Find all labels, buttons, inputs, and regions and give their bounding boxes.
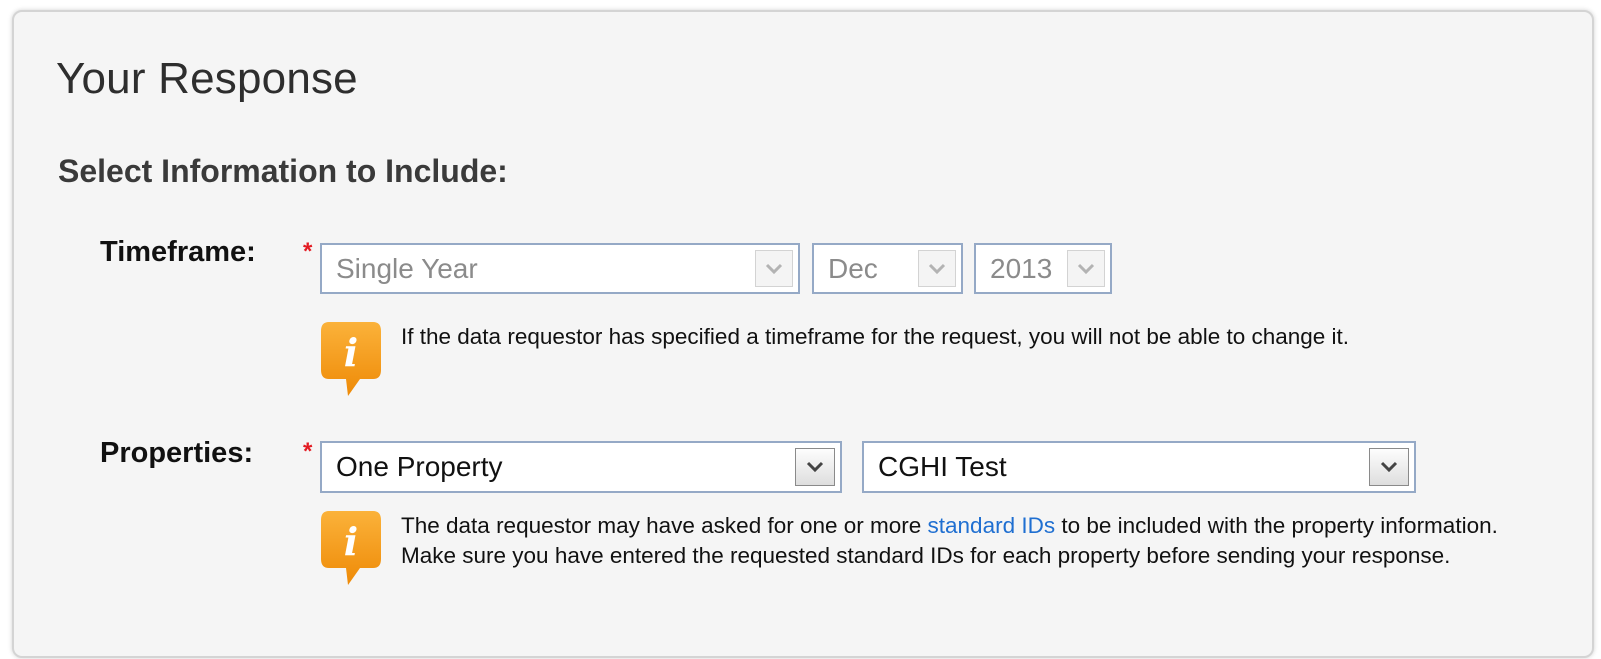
svg-text:i: i <box>344 519 358 564</box>
properties-required-marker: * <box>303 438 313 465</box>
timeframe-period-select[interactable]: Single Year <box>320 243 800 294</box>
timeframe-month-select[interactable]: Dec <box>812 243 963 294</box>
properties-info-text: The data requestor may have asked for on… <box>401 511 1511 571</box>
section-subtitle: Select Information to Include: <box>58 153 508 189</box>
chevron-down-icon[interactable] <box>755 250 793 287</box>
svg-text:i: i <box>344 330 358 375</box>
chevron-down-icon[interactable] <box>1369 448 1409 486</box>
timeframe-year-select[interactable]: 2013 <box>974 243 1112 294</box>
property-name-select[interactable]: CGHI Test <box>862 441 1416 493</box>
chevron-down-icon[interactable] <box>795 448 835 486</box>
property-name-value: CGHI Test <box>878 451 1007 482</box>
standard-ids-link[interactable]: standard IDs <box>928 513 1056 538</box>
section-title: Your Response <box>56 54 358 103</box>
timeframe-required-marker: * <box>303 238 313 265</box>
properties-info-text-start: The data requestor may have asked for on… <box>401 513 928 538</box>
chevron-down-icon[interactable] <box>918 250 956 287</box>
property-scope-select[interactable]: One Property <box>320 441 842 493</box>
property-scope-value: One Property <box>336 451 503 482</box>
properties-label: Properties: <box>100 437 254 469</box>
info-speech-bubble-icon: i <box>320 322 382 403</box>
timeframe-period-value: Single Year <box>336 252 478 284</box>
timeframe-info-text: If the data requestor has specified a ti… <box>401 324 1350 349</box>
info-speech-bubble-icon: i <box>320 511 382 592</box>
chevron-down-icon[interactable] <box>1067 250 1105 287</box>
timeframe-label: Timeframe: <box>100 236 256 268</box>
